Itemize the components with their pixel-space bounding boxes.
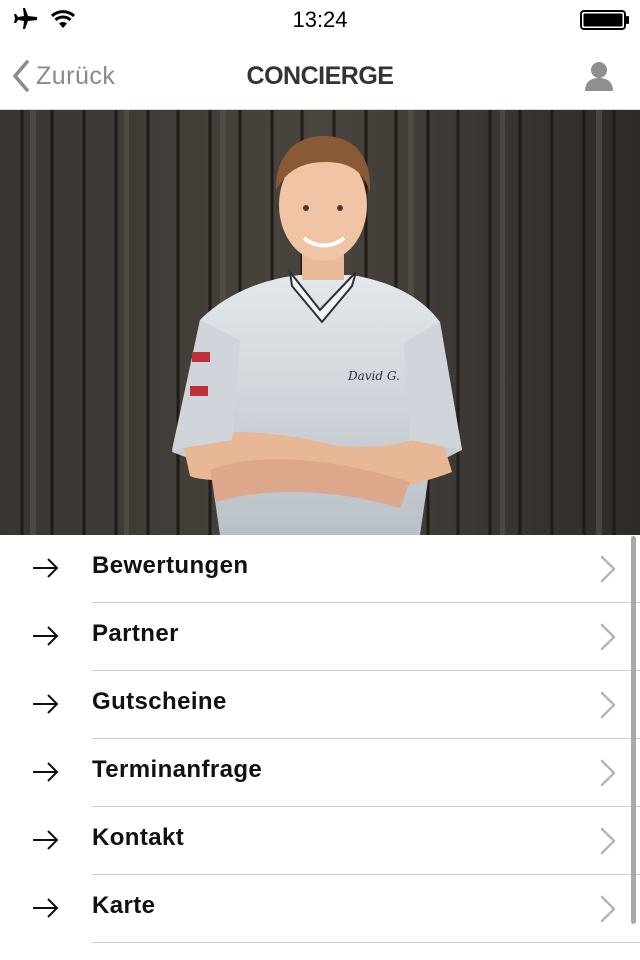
arrow-right-icon — [33, 898, 59, 918]
page-title: CONCIERGE — [246, 62, 394, 90]
svg-text:David G.: David G. — [347, 369, 400, 383]
hero-image: David G. — [0, 110, 640, 535]
menu-item-partner[interactable]: Partner — [0, 603, 640, 671]
arrow-right-icon — [33, 558, 59, 578]
battery-icon — [580, 10, 629, 30]
menu-item-kontakt[interactable]: Kontakt — [0, 807, 640, 875]
divider — [92, 942, 640, 943]
chevron-right-icon — [600, 827, 616, 855]
menu-item-label: Kontakt — [92, 824, 185, 851]
chef-portrait-image: David G. — [0, 110, 640, 535]
menu-list: Bewertungen Partner Gutscheine Terminanf… — [0, 535, 640, 943]
chevron-right-icon — [600, 895, 616, 923]
arrow-right-icon — [33, 762, 59, 782]
menu-item-gutscheine[interactable]: Gutscheine — [0, 671, 640, 739]
menu-item-label: Partner — [92, 620, 179, 647]
arrow-right-icon — [33, 694, 59, 714]
menu-item-label: Bewertungen — [92, 552, 249, 579]
menu-item-label: Terminanfrage — [92, 756, 263, 783]
menu-item-karte[interactable]: Karte — [0, 875, 640, 943]
menu-item-label: Karte — [92, 892, 156, 919]
chevron-right-icon — [600, 555, 616, 583]
chevron-right-icon — [600, 691, 616, 719]
menu-item-terminanfrage[interactable]: Terminanfrage — [0, 739, 640, 807]
chevron-right-icon — [600, 623, 616, 651]
navigation-bar: Zurück CONCIERGE — [0, 40, 640, 110]
arrow-right-icon — [33, 626, 59, 646]
status-time: 13:24 — [292, 7, 348, 32]
status-bar: 13:24 — [0, 0, 640, 40]
menu-item-label: Gutscheine — [92, 688, 227, 715]
chevron-right-icon — [600, 759, 616, 787]
menu-item-bewertungen[interactable]: Bewertungen — [0, 535, 640, 603]
arrow-right-icon — [33, 830, 59, 850]
profile-icon[interactable] — [584, 60, 614, 92]
scrollbar[interactable] — [631, 536, 636, 924]
